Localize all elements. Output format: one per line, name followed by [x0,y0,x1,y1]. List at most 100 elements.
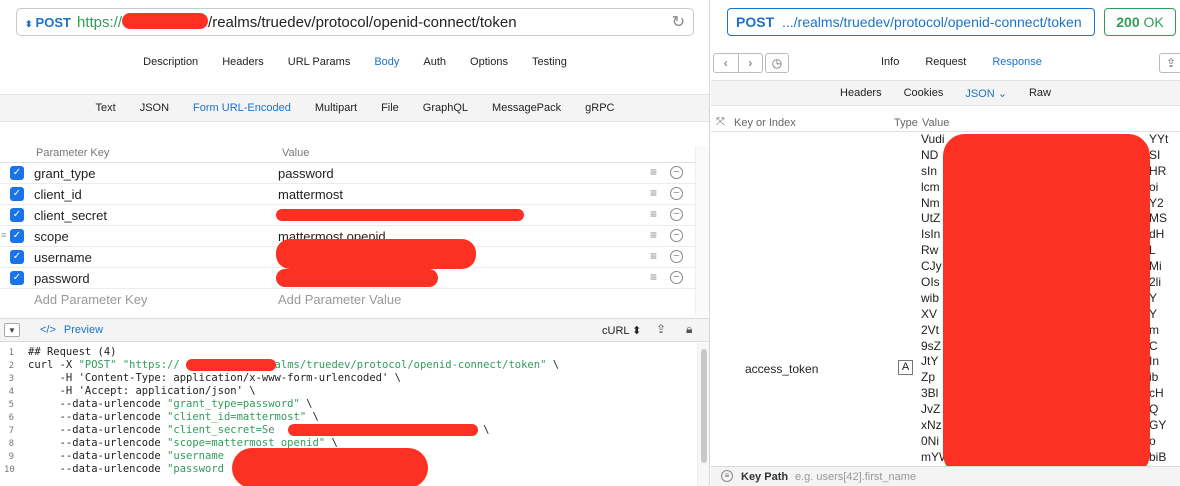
add-param-value-input[interactable]: Add Parameter Value [278,292,401,307]
format-selector[interactable]: cURL ⬍ [602,324,641,337]
param-row-grant-type[interactable]: ✓ grant_type password ≡ − [0,163,709,184]
add-param-row[interactable]: Add Parameter Key Add Parameter Value [0,289,709,310]
code-scrollbar[interactable] [697,343,709,486]
list-icon[interactable]: ≡ [650,249,657,263]
line-number: 2 [8,361,14,371]
body-type-tabs: Text JSON Form URL-Encoded Multipart Fil… [0,94,709,122]
redaction [276,269,438,287]
refresh-icon[interactable]: ↻ [672,12,685,32]
subtab-headers[interactable]: Headers [840,81,882,105]
body-type-text[interactable]: Text [96,95,116,121]
share-icon[interactable]: ⇪ [656,322,666,336]
remove-icon[interactable]: − [670,229,683,242]
request-tabs: Description Headers URL Params Body Auth… [0,50,709,76]
param-key[interactable]: password [34,271,90,286]
body-type-graphql[interactable]: GraphQL [423,95,468,121]
checkbox[interactable]: ✓ [10,208,24,222]
subtab-raw[interactable]: Raw [1029,81,1051,105]
param-row-password[interactable]: ✓ password ≡ − [0,268,709,289]
status-badge[interactable]: 200 OK [1104,8,1176,36]
checkbox[interactable]: ✓ [10,166,24,180]
subtab-cookies[interactable]: Cookies [904,81,944,105]
token-fragment: Y [1149,290,1158,305]
param-key[interactable]: scope [34,229,69,244]
code-icon: </> [40,324,56,336]
tab-request[interactable]: Request [925,56,966,68]
tab-auth[interactable]: Auth [423,50,446,76]
lock-icon[interactable]: 🔒︎ [686,322,692,337]
token-fragment: Y [1149,306,1158,321]
param-key[interactable]: client_id [34,187,82,202]
clock-icon[interactable]: ◷ [765,53,789,73]
token-fragment: MS [1149,211,1167,226]
json-key[interactable]: access_token [745,362,818,376]
body-type-multipart[interactable]: Multipart [315,95,357,121]
token-fragment: wib [921,290,940,305]
key-path-input[interactable]: e.g. users[42].first_name [795,471,916,483]
checkbox[interactable]: ✓ [10,250,24,264]
token-fragment: Q [1149,402,1159,417]
body-type-form-url-encoded[interactable]: Form URL-Encoded [193,95,291,121]
list-icon[interactable]: ≡ [650,207,657,221]
remove-icon[interactable]: − [670,166,683,179]
remove-icon[interactable]: − [670,271,683,284]
params-scrollbar[interactable] [695,146,709,316]
remove-icon[interactable]: − [670,187,683,200]
checkbox[interactable]: ✓ [10,187,24,201]
tab-testing[interactable]: Testing [532,50,567,76]
token-fragment: In [1149,354,1160,369]
list-icon[interactable]: ≡ [650,228,657,242]
remove-icon[interactable]: − [670,250,683,263]
line-number: 7 [8,426,14,436]
param-row-client-id[interactable]: ✓ client_id mattermost ≡ − [0,184,709,205]
body-type-json[interactable]: JSON [140,95,169,121]
tab-headers[interactable]: Headers [222,50,264,76]
key-path-bar: ≡ Key Path e.g. users[42].first_name [711,466,1180,486]
token-fragment: 2Vt [921,322,940,337]
params-table: Parameter Key Value ✓ grant_type passwor… [0,146,709,310]
response-url-badge[interactable]: POST .../realms/truedev/protocol/openid-… [727,8,1095,36]
tab-url-params[interactable]: URL Params [288,50,351,76]
code-preview[interactable]: 1 ## Request (4) 2 curl -X "POST" "https… [0,343,709,486]
redaction [232,448,428,486]
list-icon[interactable]: ≡ [650,186,657,200]
param-key[interactable]: grant_type [34,166,95,181]
preview-tab[interactable]: </> Preview [40,324,103,336]
subtab-json[interactable]: JSON ⌄ [965,81,1007,105]
body-type-messagepack[interactable]: MessagePack [492,95,561,121]
token-fragment: ND [921,147,939,162]
export-icon[interactable]: ⇪ [1159,53,1180,73]
list-icon[interactable]: ≡ [650,270,657,284]
url-input[interactable]: https:// /realms/truedev/protocol/openid-… [77,13,517,31]
tab-body[interactable]: Body [374,50,399,76]
param-row-username[interactable]: ✓ username ≡ − [0,239,709,269]
param-row-client-secret[interactable]: ✓ client_secret ≡ − [0,205,709,226]
param-key[interactable]: username [34,250,92,265]
scrollbar-thumb[interactable] [701,349,707,463]
tab-options[interactable]: Options [470,50,508,76]
remove-icon[interactable]: − [670,208,683,221]
collapse-all-icon[interactable]: ⤧ [716,116,725,129]
tab-description[interactable]: Description [143,50,198,76]
forward-icon[interactable]: › [739,54,763,72]
add-param-key-input[interactable]: Add Parameter Key [34,292,147,307]
url-protocol: https:// [77,14,123,31]
collapse-toggle-icon[interactable]: ▼ [4,323,20,337]
token-fragment: biB [1149,449,1167,464]
back-icon[interactable]: ‹ [714,54,739,72]
param-value[interactable]: mattermost [278,187,343,202]
param-value[interactable]: password [278,166,334,181]
url-bar[interactable]: ⬍ POST https:// /realms/truedev/protocol/o… [16,8,694,36]
token-fragment: OIs [921,275,940,290]
checkbox[interactable]: ✓ [10,271,24,285]
drag-handle-icon[interactable]: ≡ [1,230,6,240]
body-type-grpc[interactable]: gRPC [585,95,614,121]
param-key[interactable]: client_secret [34,208,107,223]
method-selector[interactable]: ⬍ POST [25,15,71,30]
body-type-file[interactable]: File [381,95,399,121]
tab-info[interactable]: Info [881,56,899,68]
checkbox[interactable]: ✓ [10,229,24,243]
token-fragment: UtZ [921,211,941,226]
tab-response[interactable]: Response [992,56,1042,68]
list-icon[interactable]: ≡ [650,165,657,179]
